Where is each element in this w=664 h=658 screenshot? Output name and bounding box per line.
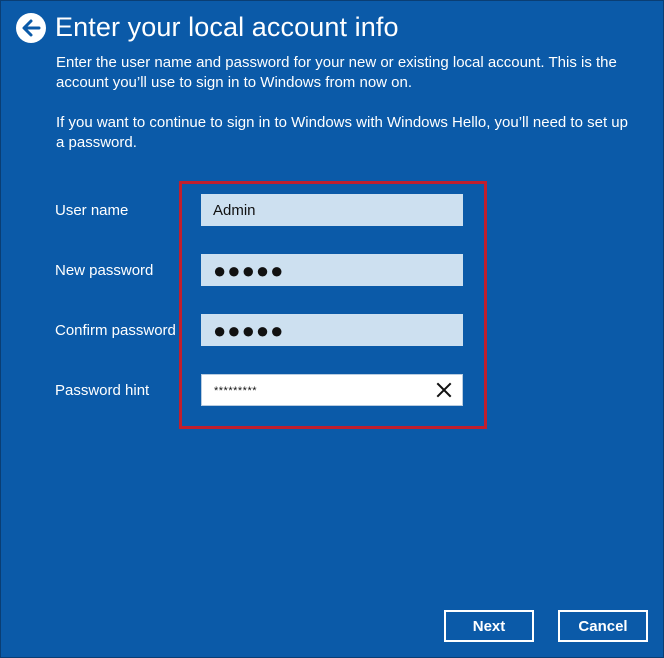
confirm-password-label: Confirm password [55,322,176,339]
confirm-password-value: ●●●●● [213,318,285,343]
confirm-password-input[interactable]: ●●●●● [201,314,463,346]
next-button[interactable]: Next [444,610,534,642]
back-button[interactable] [15,12,47,44]
new-password-input[interactable]: ●●●●● [201,254,463,286]
password-hint-value: ********* [214,385,258,397]
new-password-label: New password [55,262,154,279]
password-hint-input[interactable]: ********* [201,374,463,406]
password-hint-label: Password hint [55,382,150,399]
clear-hint-button[interactable] [434,380,454,400]
username-value: Admin [213,201,256,219]
description-paragraph: If you want to continue to sign in to Wi… [56,114,628,151]
account-setup-window: Enter your local account info Enter the … [0,0,664,658]
description-paragraph: Enter the user name and password for you… [56,54,617,91]
page-title: Enter your local account info [55,12,399,42]
username-input[interactable]: Admin [201,194,463,226]
cancel-button[interactable]: Cancel [558,610,648,642]
back-arrow-icon [16,13,46,43]
username-label: User name [55,202,129,219]
close-icon [436,382,452,398]
new-password-value: ●●●●● [213,258,285,283]
